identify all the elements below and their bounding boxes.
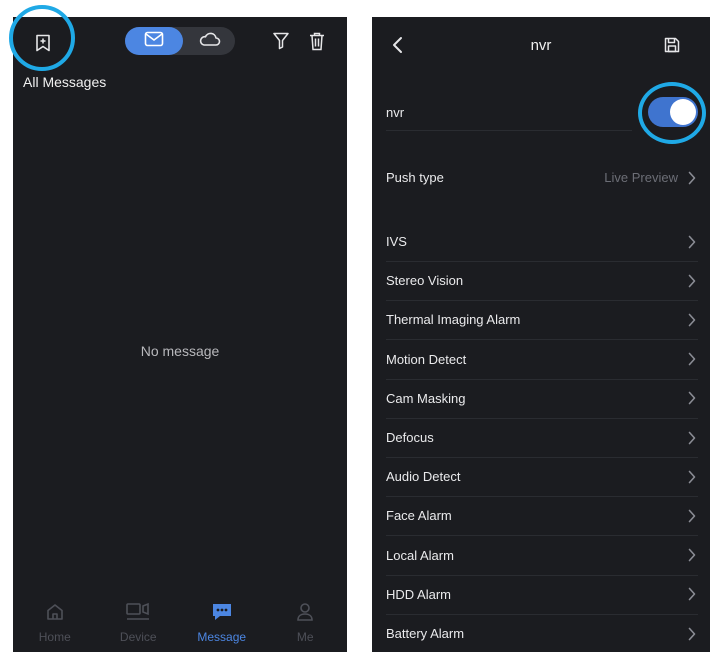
mail-tab[interactable] [125,27,183,55]
alarm-row-label: Stereo Vision [386,273,464,289]
alarm-row-local-alarm[interactable]: Local Alarm [386,536,698,575]
chevron-right-icon [688,352,698,366]
home-icon [45,600,65,624]
alarm-row-label: IVS [386,234,407,249]
tab-home[interactable]: Home [13,594,97,652]
chevron-right-icon [688,431,698,445]
alarm-row-label: Defocus [386,430,434,445]
alarm-row-label: Motion Detect [386,351,467,367]
alarm-row-motion-detect[interactable]: Motion Detect [386,340,698,379]
push-type-label: Push type [386,170,444,185]
highlight-ring [9,5,75,71]
trash-icon[interactable] [305,29,329,53]
alarm-row-audio-detect[interactable]: Audio Detect [386,457,698,496]
cloud-tab[interactable] [185,27,235,55]
chevron-right-icon [688,509,698,523]
bottom-tab-bar: Home Device Message Me [13,594,347,652]
cloud-icon [199,31,221,52]
chevron-right-icon [688,235,698,249]
alarm-row-battery-alarm[interactable]: Battery Alarm [386,614,698,652]
chevron-right-icon [688,313,698,327]
page-title: All Messages [23,74,107,90]
tab-me-label: Me [296,630,314,644]
alarm-row-label: Thermal Imaging Alarm [386,312,521,328]
tab-message-label: Message [197,630,247,644]
highlight-ring [638,82,706,144]
tab-me[interactable]: Me [264,594,348,652]
alarm-row-label: Battery Alarm [386,626,465,641]
person-icon [295,600,315,624]
tab-device[interactable]: Device [97,594,181,652]
divider [386,130,632,131]
filter-icon[interactable] [269,29,293,53]
device-icon [125,600,151,624]
chevron-right-icon [688,391,698,405]
alarm-row-label: Face Alarm [386,508,452,524]
device-push-settings-screen: nvr nvr Push type Live Preview IVS Stereo… [372,17,710,652]
messages-screen: All Messages No message Home Device Mess… [13,17,347,652]
alarm-row-label: Local Alarm [386,547,454,563]
alarm-row-defocus[interactable]: Defocus [386,418,698,457]
message-icon [211,600,233,624]
alarm-row-hdd-alarm[interactable]: HDD Alarm [386,575,698,614]
chevron-right-icon [688,548,698,562]
alarm-row-label: Cam Masking [386,390,466,406]
chevron-right-icon [688,171,698,185]
alarm-row-cam-masking[interactable]: Cam Masking [386,379,698,418]
tab-message[interactable]: Message [180,594,264,652]
tab-device-label: Device [119,630,157,644]
tab-home-label: Home [38,630,71,644]
alarm-row-label: HDD Alarm [386,586,452,602]
chevron-right-icon [688,627,698,641]
empty-state-text: No message [140,343,220,359]
chevron-right-icon [688,587,698,601]
chevron-right-icon [688,274,698,288]
push-type-row[interactable]: Push type Live Preview [386,158,698,197]
alarm-row-ivs[interactable]: IVS [386,222,698,261]
chevron-right-icon [688,470,698,484]
alarm-row-face-alarm[interactable]: Face Alarm [386,496,698,535]
message-source-toggle[interactable] [125,27,235,55]
alarm-row-thermal-imaging-alarm[interactable]: Thermal Imaging Alarm [386,300,698,339]
save-icon[interactable] [660,33,684,57]
alarm-row-label: Audio Detect [386,469,461,485]
mail-icon [144,31,164,52]
alarm-row-stereo-vision[interactable]: Stereo Vision [386,261,698,300]
push-type-value: Live Preview [604,170,678,185]
